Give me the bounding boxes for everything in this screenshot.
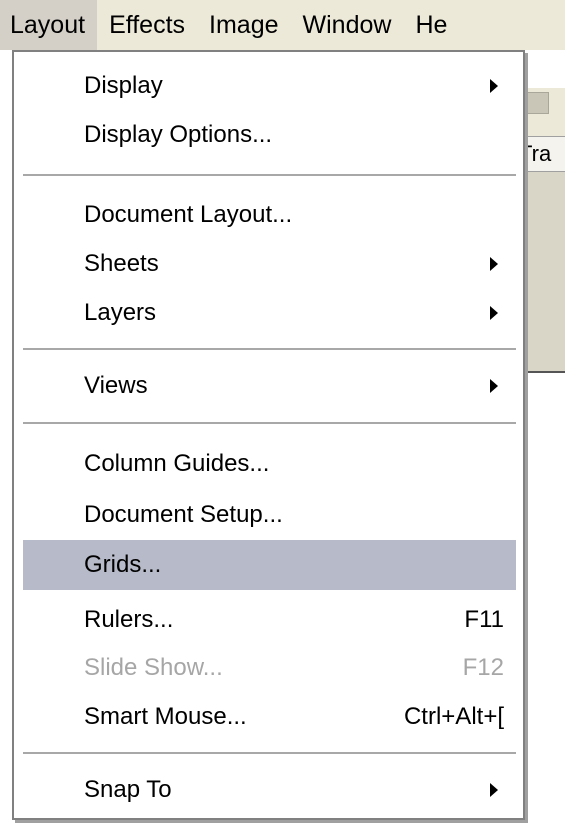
menu-item-snap-to[interactable]: Snap To: [23, 767, 516, 813]
background-tab[interactable]: Tra: [522, 136, 565, 172]
submenu-arrow-icon: [490, 379, 498, 393]
menu-item-slide-show: Slide Show... F12: [23, 645, 516, 691]
menu-separator: [23, 752, 516, 754]
menu-item-label: Sheets: [84, 250, 159, 277]
shortcut-label: Ctrl+Alt+[: [403, 703, 504, 730]
menu-item-label: Document Layout...: [84, 201, 293, 228]
menu-item-layers[interactable]: Layers: [23, 290, 516, 336]
menu-separator: [23, 348, 516, 350]
layout-dropdown-menu: Display Display Options... Document Layo…: [12, 50, 525, 820]
shortcut-label: F12: [462, 654, 504, 681]
menu-item-document-setup[interactable]: Document Setup...: [23, 492, 516, 538]
menu-item-smart-mouse[interactable]: Smart Mouse... Ctrl+Alt+[: [23, 694, 516, 740]
menu-item-label: Layers: [84, 299, 157, 326]
menu-effects[interactable]: Effects: [97, 0, 197, 50]
menu-item-label: Smart Mouse...: [84, 703, 247, 730]
background-panel: [522, 172, 565, 373]
menu-bar: Layout Effects Image Window He: [0, 0, 565, 50]
menu-item-display[interactable]: Display: [23, 63, 516, 109]
toolbar-tool-icon[interactable]: [527, 92, 549, 114]
submenu-arrow-icon: [490, 783, 498, 797]
menu-separator: [23, 422, 516, 424]
menu-layout[interactable]: Layout: [0, 0, 98, 50]
menu-item-views[interactable]: Views: [23, 363, 516, 409]
menu-item-rulers[interactable]: Rulers... F11: [23, 597, 516, 643]
menu-window[interactable]: Window: [291, 0, 404, 50]
menu-item-label: Views: [84, 372, 148, 399]
menu-item-label: Document Setup...: [84, 501, 283, 528]
menu-item-column-guides[interactable]: Column Guides...: [23, 441, 516, 487]
menu-item-display-options[interactable]: Display Options...: [23, 112, 516, 158]
submenu-arrow-icon: [490, 79, 498, 93]
submenu-arrow-icon: [490, 306, 498, 320]
menu-item-label: Rulers...: [84, 606, 174, 633]
menu-item-grids[interactable]: Grids...: [23, 540, 516, 590]
menu-item-label: Grids...: [84, 551, 162, 578]
menu-help[interactable]: He: [403, 0, 459, 50]
menu-item-label: Column Guides...: [84, 450, 270, 477]
menu-item-sheets[interactable]: Sheets: [23, 241, 516, 287]
menu-item-label: Display Options...: [84, 121, 273, 148]
menu-item-label: Display: [84, 72, 163, 99]
submenu-arrow-icon: [490, 257, 498, 271]
menu-item-label: Slide Show...: [84, 654, 223, 681]
menu-image[interactable]: Image: [197, 0, 290, 50]
shortcut-label: F11: [464, 606, 504, 633]
menu-item-document-layout[interactable]: Document Layout...: [23, 192, 516, 238]
menu-separator: [23, 174, 516, 176]
menu-item-label: Snap To: [84, 776, 172, 803]
background-tab-label: Tra: [522, 141, 552, 166]
